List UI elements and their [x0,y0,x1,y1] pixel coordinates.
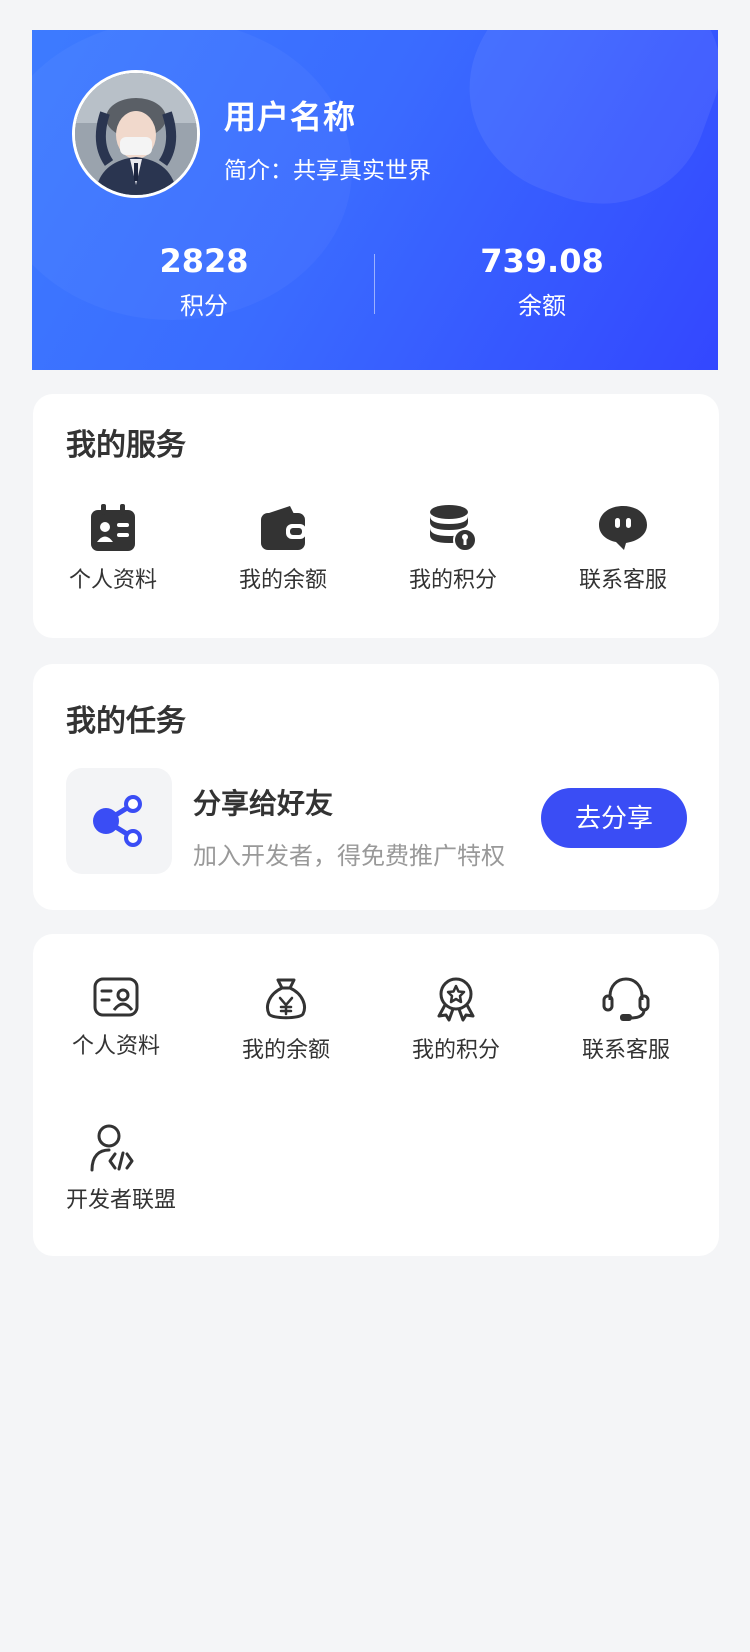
header-decoration [439,30,718,235]
service-item-points[interactable]: 我的积分 [373,504,533,594]
service-label: 个人资料 [68,568,157,593]
tasks-title: 我的任务 [66,704,186,739]
service-label: 联系客服 [578,568,667,593]
award-icon [437,977,475,1022]
menu-label: 个人资料 [71,1034,160,1059]
menu-item-support[interactable]: 联系客服 [546,976,706,1064]
profile-card-icon [91,504,135,551]
task-description: 加入开发者，得免费推广特权 [193,842,505,870]
menu-item-points[interactable]: 我的积分 [376,976,536,1064]
stat-divider [374,254,375,314]
avatar-image [75,73,197,195]
menu-label: 开发者联盟 [65,1188,176,1213]
id-card-icon [93,977,139,1017]
menu-item-developer[interactable]: 开发者联盟 [41,1124,201,1214]
service-item-balance[interactable]: 我的余额 [203,504,363,594]
headset-icon [602,977,650,1021]
service-label: 我的积分 [408,568,497,593]
menu-label: 我的积分 [411,1038,500,1063]
menu-item-profile[interactable]: 个人资料 [36,976,196,1060]
money-bag-icon [266,978,306,1020]
profile-header: 用户名称 简介：共享真实世界 2828 积分 739.08 余额 [32,30,718,370]
balance-value: 739.08 [480,242,604,280]
user-bio: 简介：共享真实世界 [224,158,431,184]
balance-stat[interactable]: 739.08 余额 [392,242,692,321]
service-item-support[interactable]: 联系客服 [543,504,703,594]
task-title: 分享给好友 [193,787,334,820]
username: 用户名称 [224,98,357,136]
points-stat[interactable]: 2828 积分 [54,242,354,321]
service-item-profile[interactable]: 个人资料 [33,504,193,594]
menu-card: 个人资料 我的余额 我的积分 联系客服 开发者联盟 [33,934,719,1256]
developer-icon [90,1124,134,1172]
menu-item-balance[interactable]: 我的余额 [206,976,366,1064]
menu-label: 联系客服 [581,1038,670,1063]
points-value: 2828 [159,242,249,280]
points-label: 积分 [180,292,228,320]
service-label: 我的余额 [238,568,327,593]
tasks-card: 我的任务 分享给好友 加入开发者，得免费推广特权 去分享 [33,664,719,910]
wallet-icon [261,506,306,550]
menu-label: 我的余额 [241,1038,330,1063]
services-card: 我的服务 个人资料 我的余额 我的积分 联系客服 [33,394,719,638]
avatar[interactable] [72,70,200,198]
task-icon-box [66,768,172,874]
share-icon [93,795,142,847]
services-title: 我的服务 [66,428,186,463]
balance-label: 余额 [518,292,566,320]
coins-icon [430,505,477,552]
chat-icon [599,506,647,550]
share-button[interactable]: 去分享 [541,788,687,848]
